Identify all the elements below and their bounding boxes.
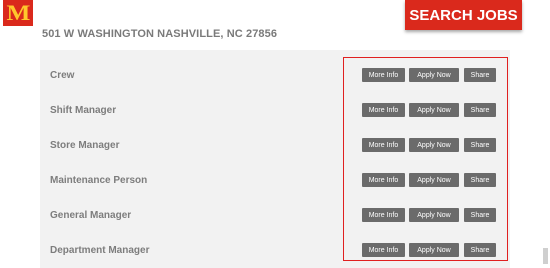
search-jobs-button[interactable]: SEARCH JOBS — [405, 0, 522, 30]
more-info-button[interactable]: More Info — [362, 173, 405, 187]
job-title: Shift Manager — [50, 105, 117, 116]
golden-arches-icon: M — [6, 0, 30, 25]
more-info-button[interactable]: More Info — [362, 208, 405, 222]
job-title: Crew — [50, 70, 75, 81]
apply-now-button[interactable]: Apply Now — [409, 68, 459, 82]
job-row: Maintenance Person More Info Apply Now S… — [40, 171, 510, 193]
job-title: Store Manager — [50, 140, 120, 151]
job-title: Department Manager — [50, 245, 150, 256]
apply-now-button[interactable]: Apply Now — [409, 138, 459, 152]
apply-now-button[interactable]: Apply Now — [409, 103, 459, 117]
apply-now-button[interactable]: Apply Now — [409, 243, 459, 257]
share-button[interactable]: Share — [464, 173, 496, 187]
job-row: Shift Manager More Info Apply Now Share — [40, 101, 510, 123]
job-title: Maintenance Person — [50, 175, 148, 186]
job-row: General Manager More Info Apply Now Shar… — [40, 206, 510, 228]
more-info-button[interactable]: More Info — [362, 103, 405, 117]
share-button[interactable]: Share — [464, 208, 496, 222]
apply-now-button[interactable]: Apply Now — [409, 208, 459, 222]
more-info-button[interactable]: More Info — [362, 243, 405, 257]
job-row: Store Manager More Info Apply Now Share — [40, 136, 510, 158]
share-button[interactable]: Share — [464, 138, 496, 152]
job-row: Crew More Info Apply Now Share — [40, 66, 510, 88]
share-button[interactable]: Share — [464, 243, 496, 257]
share-button[interactable]: Share — [464, 68, 496, 82]
more-info-button[interactable]: More Info — [362, 138, 405, 152]
mcdonalds-logo[interactable]: M — [3, 0, 33, 26]
store-address: 501 W WASHINGTON NASHVILLE, NC 27856 — [42, 28, 278, 40]
job-list-panel: Crew More Info Apply Now Share Shift Man… — [40, 50, 510, 268]
job-row: Department Manager More Info Apply Now S… — [40, 241, 510, 263]
more-info-button[interactable]: More Info — [362, 68, 405, 82]
scrollbar[interactable] — [543, 248, 548, 264]
share-button[interactable]: Share — [464, 103, 496, 117]
apply-now-button[interactable]: Apply Now — [409, 173, 459, 187]
job-title: General Manager — [50, 210, 132, 221]
top-bar: M SEARCH JOBS — [0, 0, 550, 30]
